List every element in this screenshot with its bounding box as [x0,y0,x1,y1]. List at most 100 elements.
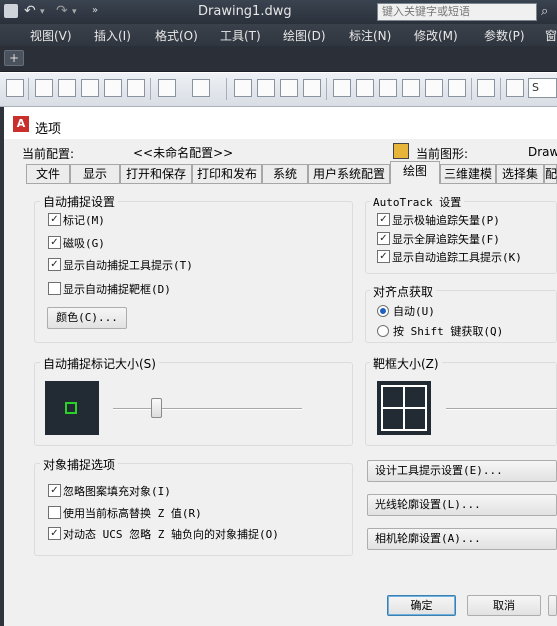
autosnap-tooltip-label: 显示自动捕捉工具提示(T) [63,259,193,272]
automatic-label: 自动(U) [393,305,435,318]
tab-3d-modeling[interactable]: 三维建模 [440,164,496,183]
toolbar-separator [150,78,151,100]
toolbar-separator [471,78,472,100]
replace-z-label: 使用当前标高替换 Z 值(R) [63,507,202,520]
toolbar-separator [28,78,29,100]
properties-icon[interactable] [333,79,351,97]
shift-acquire-label: 按 Shift 键获取(Q) [393,325,504,338]
toolbar-separator [226,78,227,100]
undo-icon[interactable] [158,79,176,97]
binoculars-icon[interactable]: ⌕ [541,4,548,19]
file-tab-strip [0,46,557,72]
overflow-icon[interactable]: » [92,5,98,16]
aperture-size-title: 靶框大小(Z) [370,355,442,372]
redo-icon[interactable] [192,79,210,97]
autotrack-tooltip-checkbox[interactable]: ✓ [377,250,390,263]
help-icon[interactable] [477,79,495,97]
autotrack-tooltip-label: 显示自动追踪工具提示(K) [392,251,522,264]
text-style-icon[interactable] [506,79,524,97]
match-properties-icon[interactable] [104,79,122,97]
tab-selection[interactable]: 选择集 [496,164,544,183]
paste-icon[interactable] [81,79,99,97]
tab-drafting[interactable]: 绘图 [390,161,440,184]
tab-baseline [26,183,557,184]
fullscreen-vector-checkbox[interactable]: ✓ [377,232,390,245]
calculator-icon[interactable] [448,79,466,97]
magnet-label: 磁吸(G) [63,237,105,250]
sheet-set-icon[interactable] [402,79,420,97]
ignore-hatch-checkbox[interactable]: ✓ [48,484,61,497]
menu-tools[interactable]: 工具(T) [220,27,261,44]
block-editor-icon[interactable] [127,79,145,97]
redo-icon[interactable]: ↷ [56,3,68,19]
copy-icon[interactable] [58,79,76,97]
tool-palettes-icon[interactable] [379,79,397,97]
tab-plot-publish[interactable]: 打印和发布 [192,164,262,183]
undo-icon[interactable]: ↶ [24,3,36,19]
tab-display[interactable]: 显示 [70,164,120,183]
menu-modify[interactable]: 修改(M) [414,27,458,44]
current-drawing-label: 当前图形: [416,147,469,161]
shift-acquire-radio[interactable] [377,325,389,337]
camera-glyph-settings-button[interactable]: 相机轮廓设置(A)... [367,528,557,550]
lights-glyph-settings-button[interactable]: 光线轮廓设置(L)... [367,494,557,516]
new-tab-button[interactable]: + [4,50,24,66]
zoom-previous-icon[interactable] [303,79,321,97]
tooltip-settings-button[interactable]: 设计工具提示设置(E)... [367,460,557,482]
menu-bar [0,24,557,46]
menu-window[interactable]: 窗 [545,27,557,44]
marker-size-title: 自动捕捉标记大小(S) [40,355,159,372]
autocad-logo-icon: A [13,116,29,132]
autosnap-tooltip-checkbox[interactable]: ✓ [48,258,61,271]
menu-view[interactable]: 视图(V) [30,27,72,44]
polar-vector-label: 显示极轴追踪矢量(P) [392,214,500,227]
autosnap-settings-title: 自动捕捉设置 [40,193,119,210]
current-drawing-value: Drawi [528,145,557,159]
search-input[interactable]: 键入关键字或短语 [377,3,537,21]
automatic-radio[interactable] [377,305,389,317]
marker-square-icon [65,402,77,414]
workspace-icon[interactable] [6,79,24,97]
replace-z-checkbox[interactable] [48,506,61,519]
ignore-negative-z-checkbox[interactable]: ✓ [48,527,61,540]
magnet-checkbox[interactable]: ✓ [48,236,61,249]
menu-dimension[interactable]: 标注(N) [349,27,391,44]
text-style-select[interactable]: S [528,78,557,98]
tab-open-save[interactable]: 打开和保存 [120,164,192,183]
marker-size-slider-track[interactable] [113,408,302,410]
apply-button[interactable] [548,595,557,616]
fullscreen-vector-label: 显示全屏追踪矢量(F) [392,233,500,246]
tab-user-preferences[interactable]: 用户系统配置 [308,164,390,183]
dialog-title-bar [4,107,557,139]
alignment-acquisition-title: 对齐点获取 [370,283,437,300]
tab-system[interactable]: 系统 [262,164,308,183]
tab-profiles[interactable]: 配 [544,164,557,183]
cancel-button[interactable]: 取消 [467,595,541,616]
osnap-options-title: 对象捕捉选项 [40,456,119,473]
pan-icon[interactable] [234,79,252,97]
chevron-down-icon[interactable]: ▾ [40,7,45,17]
zoom-realtime-icon[interactable] [257,79,275,97]
dialog-title: 选项 [35,122,62,137]
zoom-window-icon[interactable] [280,79,298,97]
polar-vector-checkbox[interactable]: ✓ [377,213,390,226]
markup-icon[interactable] [425,79,443,97]
design-center-icon[interactable] [356,79,374,97]
ok-button[interactable]: 确定 [387,595,456,616]
marker-checkbox[interactable]: ✓ [48,213,61,226]
marker-size-slider-thumb[interactable] [151,398,163,418]
current-profile-label: 当前配置: [22,147,75,161]
autosnap-aperture-checkbox[interactable] [48,282,61,295]
drawing-file-icon [393,143,409,159]
toolbar-separator [500,78,501,100]
menu-parametric[interactable]: 参数(P) [484,27,525,44]
save-icon[interactable] [4,4,18,18]
cut-icon[interactable] [35,79,53,97]
aperture-slider-track[interactable] [446,408,557,410]
tab-files[interactable]: 文件 [26,164,70,183]
menu-format[interactable]: 格式(O) [155,27,198,44]
chevron-down-icon[interactable]: ▾ [72,7,77,17]
menu-insert[interactable]: 插入(I) [94,27,131,44]
menu-draw[interactable]: 绘图(D) [283,27,326,44]
color-button[interactable]: 颜色(C)... [47,307,127,329]
